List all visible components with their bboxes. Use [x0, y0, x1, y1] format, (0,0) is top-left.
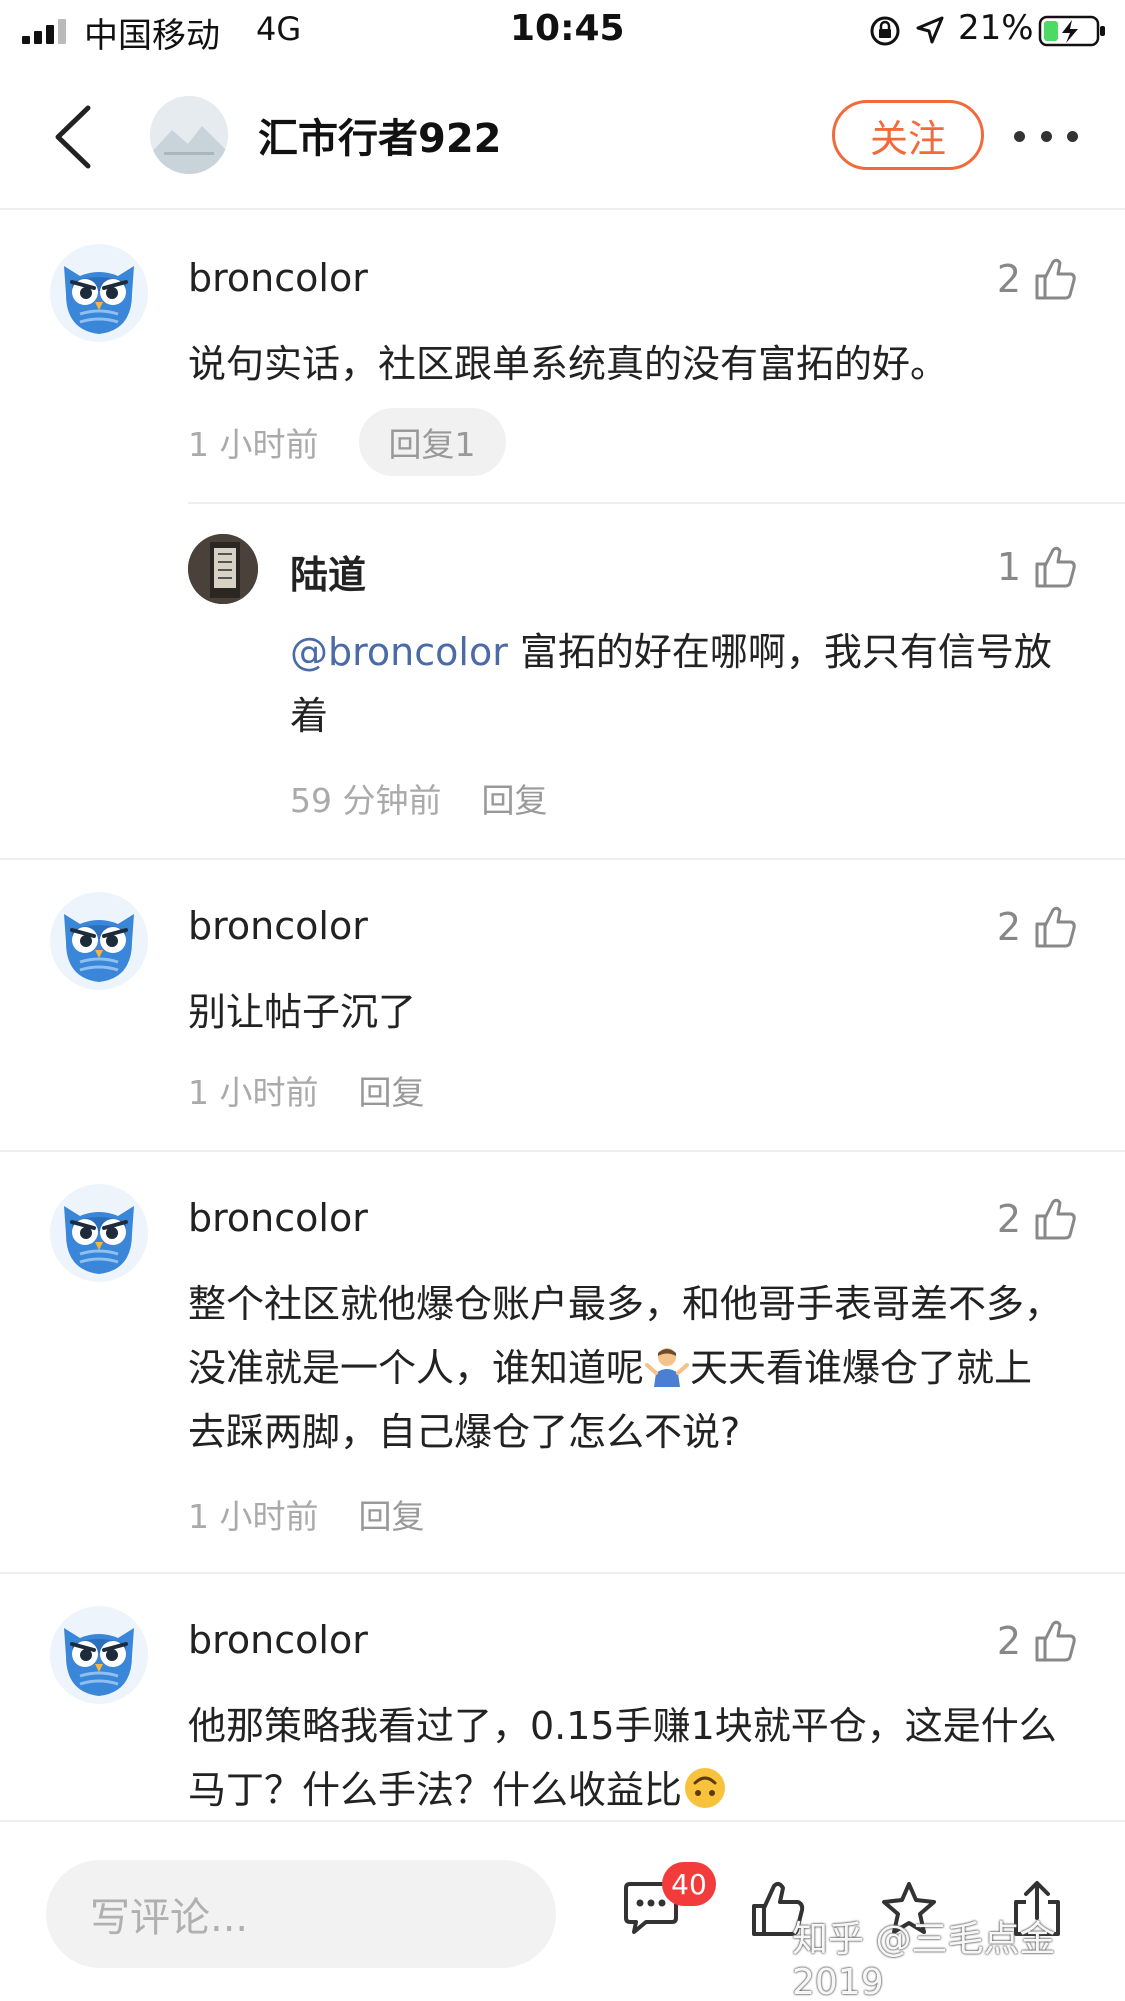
person-shrugging-emoji-icon	[645, 1348, 690, 1387]
bottom-bar: 写评论... 40 知乎 @三毛点金2019	[0, 1820, 1125, 2001]
battery-charging-icon	[1038, 15, 1105, 47]
comment-count-badge: 40	[662, 1862, 716, 1906]
reply-button[interactable]: 回复	[481, 774, 547, 822]
thumbs-up-icon	[1035, 1620, 1076, 1662]
user-avatar[interactable]	[188, 534, 258, 604]
divider	[0, 858, 1125, 860]
like-button[interactable]: 2	[997, 1196, 1077, 1242]
reply-username[interactable]: 陆道	[290, 544, 366, 599]
user-avatar[interactable]	[50, 1184, 148, 1282]
user-avatar[interactable]	[50, 892, 148, 990]
comment-username[interactable]: broncolor	[188, 904, 368, 948]
thumbs-up-icon	[1035, 1198, 1076, 1240]
comment-text: 别让帖子沉了	[188, 990, 417, 1034]
comment-text: 他那策略我看过了，0.15手赚1块就平仓，这是什么马丁？什么手法？什么收益比	[188, 1694, 1068, 1822]
reply-button[interactable]: 回复	[359, 1490, 425, 1538]
author-avatar[interactable]	[150, 96, 228, 174]
comment-username[interactable]: broncolor	[188, 256, 368, 300]
thumbs-up-icon	[1035, 258, 1076, 300]
like-count: 2	[996, 1197, 1021, 1241]
like-count: 2	[996, 905, 1021, 949]
comment-time: 1 小时前	[188, 1497, 319, 1536]
reply-count-button[interactable]: 回复1	[358, 408, 506, 476]
battery-percent: 21%	[958, 8, 1034, 48]
user-avatar[interactable]	[50, 1606, 148, 1704]
like-button[interactable]: 2	[997, 256, 1077, 302]
comment-text: 说句实话，社区跟单系统真的没有富拓的好。	[188, 342, 949, 386]
like-button[interactable]: 1	[997, 544, 1077, 590]
more-icon[interactable]	[1014, 116, 1078, 156]
comment-input[interactable]: 写评论...	[46, 1860, 556, 1968]
like-count: 2	[996, 1619, 1021, 1663]
thumbs-up-icon	[1035, 906, 1076, 948]
reply-button[interactable]: 回复	[359, 1066, 425, 1114]
rotation-lock-icon	[870, 16, 900, 46]
like-button[interactable]: 2	[997, 904, 1077, 950]
comment-text: 整个社区就他爆仓账户最多，和他哥手表哥差不多，没准就是一个人，谁知道呢 天天看谁…	[188, 1272, 1068, 1464]
status-bar: 中国移动 4G 10:45 21%	[0, 0, 1125, 62]
divider	[0, 1150, 1125, 1152]
user-avatar[interactable]	[50, 244, 148, 342]
back-icon[interactable]	[48, 102, 98, 172]
like-count: 1	[996, 545, 1021, 589]
carrier-label: 中国移动	[84, 16, 220, 56]
like-count: 2	[996, 257, 1021, 301]
signal-icon	[22, 19, 66, 44]
comment-username[interactable]: broncolor	[188, 1618, 368, 1662]
comment-meta: 1 小时前 回复	[188, 1066, 425, 1114]
comment-meta: 1 小时前 回复1	[188, 408, 506, 476]
comment-meta: 1 小时前 回复	[188, 1490, 425, 1538]
reply-text: @broncolor 富拓的好在哪啊，我只有信号放着	[290, 620, 1070, 748]
upside-down-face-emoji-icon	[685, 1768, 726, 1808]
nav-bar: 汇市行者922 关注	[0, 62, 1125, 210]
mention-link[interactable]: @broncolor	[290, 630, 508, 674]
comment-text-body: 他那策略我看过了，0.15手赚1块就平仓，这是什么马丁？什么手法？什么收益比	[188, 1704, 1057, 1812]
watermark: 知乎 @三毛点金2019	[792, 1919, 1056, 2001]
comment-time: 1 小时前	[188, 1073, 319, 1112]
like-button[interactable]: 2	[997, 1618, 1077, 1664]
divider	[0, 1572, 1125, 1574]
page-title: 汇市行者922	[258, 116, 502, 162]
location-icon	[916, 16, 944, 44]
reply-meta: 59 分钟前 回复	[290, 774, 547, 822]
follow-button[interactable]: 关注	[832, 100, 984, 170]
divider	[188, 502, 1125, 504]
comment-username[interactable]: broncolor	[188, 1196, 368, 1240]
clock: 10:45	[510, 8, 625, 49]
comment-time: 1 小时前	[188, 425, 319, 464]
thumbs-up-icon	[1035, 546, 1076, 588]
reply-time: 59 分钟前	[290, 781, 442, 820]
network-label: 4G	[256, 10, 302, 48]
